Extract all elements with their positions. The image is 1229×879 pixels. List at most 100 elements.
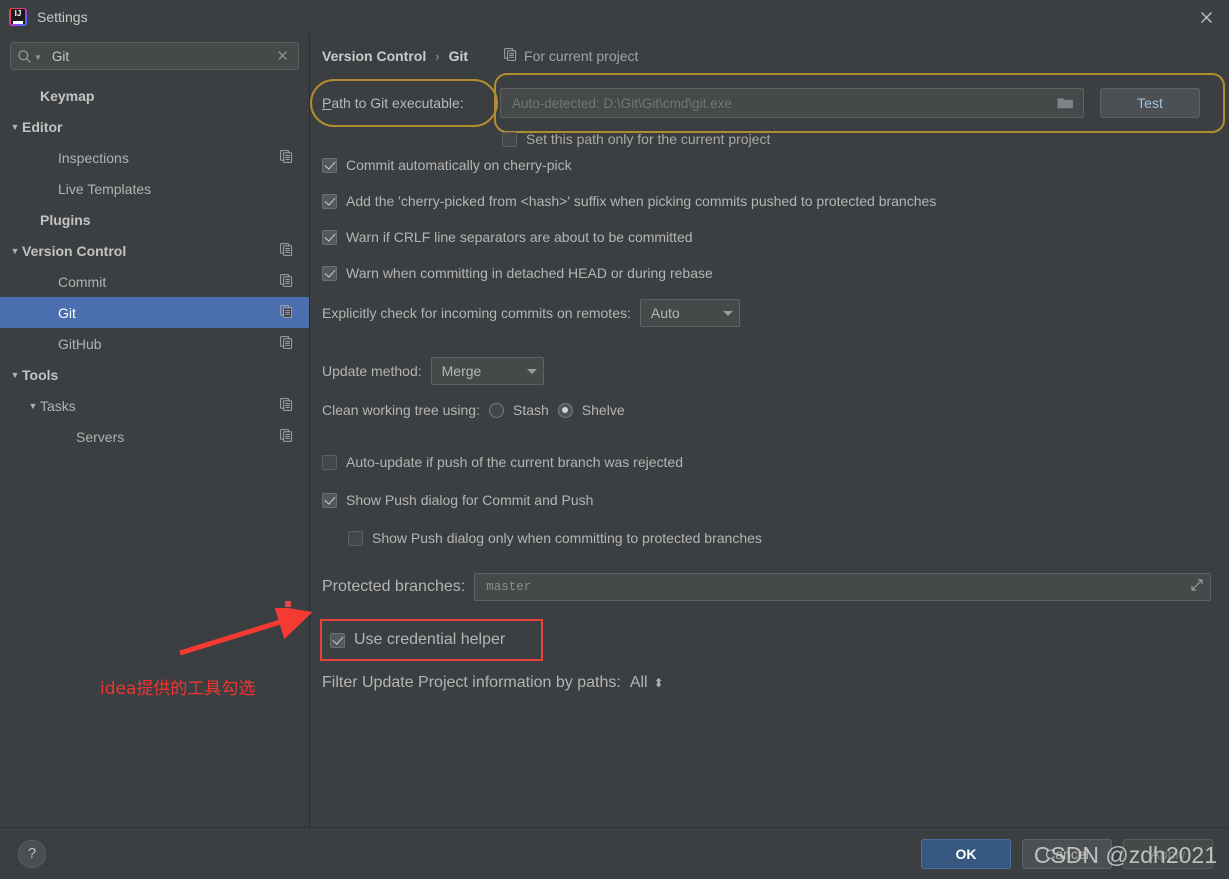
git-path-input[interactable] — [510, 94, 1052, 112]
sidebar-item-label: Servers — [76, 428, 125, 445]
dialog-body: ▼ ✕ Keymap▼EditorInspections Live Templa… — [0, 34, 1229, 827]
project-scope-label: For current project — [524, 48, 639, 64]
git-option-label: Commit automatically on cherry-pick — [346, 157, 572, 173]
auto-update-row[interactable]: Auto-update if push of the current branc… — [322, 447, 1211, 477]
sidebar-item-version-control[interactable]: ▼ Version Control — [0, 235, 309, 266]
git-option-label: Warn if CRLF line separators are about t… — [346, 229, 693, 245]
incoming-commits-row: Explicitly check for incoming commits on… — [322, 295, 1211, 331]
update-method-row: Update method: Merge — [322, 353, 1211, 389]
git-option-checkbox[interactable] — [322, 265, 337, 281]
sidebar-item-github[interactable]: GitHub — [0, 328, 309, 359]
ok-button[interactable]: OK — [921, 838, 1011, 869]
sidebar-item-label: Plugins — [40, 211, 91, 228]
breadcrumb-root[interactable]: Version Control — [322, 48, 426, 64]
git-top-checkbox-list: Commit automatically on cherry-pick Add t… — [322, 147, 1211, 291]
intellij-idea-logo-icon — [9, 8, 27, 26]
set-path-only-current-project-row[interactable]: Set this path only for the current proje… — [502, 131, 1211, 147]
auto-update-checkbox[interactable] — [322, 454, 337, 470]
sidebar-item-label: Keymap — [40, 87, 95, 104]
sidebar-item-tasks[interactable]: ▼ Tasks — [0, 390, 309, 421]
sidebar-item-inspections[interactable]: Inspections — [0, 142, 309, 173]
help-button[interactable]: ? — [18, 839, 46, 868]
update-method-label: Update method: — [322, 363, 422, 379]
chevron-down-icon[interactable]: ▼ — [8, 122, 22, 132]
path-label-mnemonic: P — [322, 95, 332, 111]
copy-scope-icon — [280, 428, 293, 445]
sidebar-item-git[interactable]: Git — [0, 297, 309, 328]
protected-branches-row: Protected branches: — [322, 571, 1211, 603]
sidebar-item-label: Inspections — [58, 149, 129, 166]
radio-stash[interactable] — [488, 402, 504, 418]
sidebar-item-live-templates[interactable]: Live Templates — [0, 173, 309, 204]
chevron-down-icon[interactable]: ▼ — [34, 53, 42, 62]
updown-arrows-icon[interactable]: ⬍ — [654, 676, 664, 690]
chevron-down-icon[interactable]: ▼ — [8, 246, 22, 256]
git-option-checkbox[interactable] — [322, 229, 337, 245]
show-push-dialog-protected-checkbox[interactable] — [348, 530, 363, 546]
filter-update-value[interactable]: All — [630, 674, 648, 692]
incoming-commits-value: Auto — [650, 305, 680, 321]
set-path-label: Set this path only for the current proje… — [526, 131, 771, 147]
show-push-dialog-checkbox[interactable] — [322, 492, 337, 508]
incoming-commits-label: Explicitly check for incoming commits on… — [322, 305, 631, 321]
sidebar-item-label: Commit — [58, 273, 107, 290]
git-option-label: Add the 'cherry-picked from <hash>' suff… — [346, 193, 937, 209]
clean-working-tree-row: Clean working tree using: Stash Shelve — [322, 395, 1211, 425]
copy-scope-icon — [280, 242, 293, 259]
incoming-commits-dropdown[interactable]: Auto — [639, 299, 740, 327]
git-executable-path-row: Path to Git executable: Test — [310, 73, 1225, 133]
git-option-checkbox-row[interactable]: Add the 'cherry-picked from <hash>' suff… — [322, 183, 1211, 219]
sidebar-item-keymap[interactable]: Keymap — [0, 80, 309, 111]
protected-branches-input[interactable] — [484, 579, 1190, 595]
test-button[interactable]: Test — [1100, 88, 1200, 118]
sidebar-item-tools[interactable]: ▼ Tools — [0, 359, 309, 390]
clean-working-tree-label: Clean working tree using: — [322, 402, 480, 418]
sidebar-item-plugins[interactable]: Plugins — [0, 204, 309, 235]
show-push-dialog-label: Show Push dialog for Commit and Push — [346, 492, 594, 508]
clear-icon[interactable]: ✕ — [273, 47, 292, 65]
sidebar-item-label: Editor — [22, 118, 63, 135]
cancel-button[interactable]: Cancel — [1022, 838, 1112, 869]
use-credential-helper-row[interactable]: Use credential helper — [320, 619, 543, 661]
chevron-down-icon[interactable]: ▼ — [26, 401, 40, 411]
use-credential-helper-checkbox[interactable] — [330, 632, 345, 648]
radio-shelve[interactable] — [557, 402, 573, 418]
git-option-checkbox[interactable] — [322, 193, 337, 209]
git-option-checkbox-row[interactable]: Warn when committing in detached HEAD or… — [322, 255, 1211, 291]
search-box[interactable]: ▼ ✕ — [10, 42, 299, 70]
copy-scope-icon — [504, 48, 517, 64]
set-path-checkbox[interactable] — [502, 131, 517, 147]
title-bar: Settings — [0, 0, 1229, 34]
search-area: ▼ ✕ — [0, 34, 309, 74]
sidebar-item-editor[interactable]: ▼ Editor — [0, 111, 309, 142]
show-push-dialog-row[interactable]: Show Push dialog for Commit and Push — [322, 485, 1211, 515]
sidebar-item-commit[interactable]: Commit — [0, 266, 309, 297]
git-path-field[interactable] — [500, 88, 1084, 118]
folder-icon[interactable] — [1052, 96, 1079, 110]
settings-sidebar: ▼ ✕ Keymap▼EditorInspections Live Templa… — [0, 34, 310, 827]
annotation-text: idea提供的工具勾选 — [100, 679, 256, 699]
sidebar-item-label: GitHub — [58, 335, 102, 352]
show-push-dialog-protected-row[interactable]: Show Push dialog only when committing to… — [348, 523, 1211, 553]
project-scope-indicator: For current project — [504, 48, 638, 64]
git-option-checkbox-row[interactable]: Commit automatically on cherry-pick — [322, 147, 1211, 183]
chevron-down-icon[interactable]: ▼ — [8, 370, 22, 380]
breadcrumb-current: Git — [448, 48, 469, 64]
red-dot-marker — [285, 601, 291, 607]
git-option-checkbox-row[interactable]: Warn if CRLF line separators are about t… — [322, 219, 1211, 255]
apply-button[interactable]: Apply — [1123, 838, 1213, 869]
protected-branches-field[interactable] — [474, 573, 1211, 601]
breadcrumb: Version Control › Git For current projec… — [322, 39, 1211, 73]
window-title: Settings — [37, 9, 88, 25]
copy-scope-icon — [280, 149, 293, 166]
close-icon[interactable] — [1183, 0, 1229, 34]
sidebar-item-servers[interactable]: Servers — [0, 421, 309, 452]
settings-content: Version Control › Git For current projec… — [310, 34, 1229, 827]
use-credential-helper-label: Use credential helper — [354, 631, 506, 648]
update-method-dropdown[interactable]: Merge — [430, 357, 544, 385]
sidebar-item-label: Live Templates — [58, 180, 152, 197]
search-input[interactable] — [49, 47, 274, 65]
expand-icon[interactable] — [1190, 578, 1204, 597]
git-option-checkbox[interactable] — [322, 157, 337, 173]
copy-scope-icon — [280, 273, 293, 290]
